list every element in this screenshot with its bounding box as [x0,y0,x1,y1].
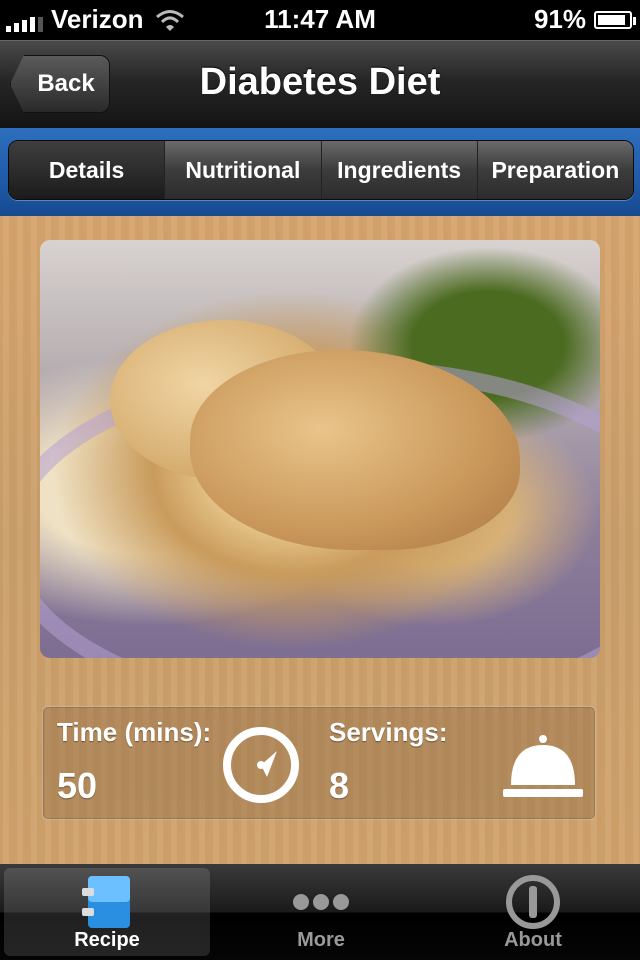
more-dots-icon [293,894,349,910]
battery-icon [594,10,636,29]
status-right: 91% [533,4,636,35]
time-label: Time (mins): [57,717,212,747]
segment-ingredients[interactable]: Ingredients [320,141,477,199]
tab-bar: Recipe More About [0,864,640,960]
tab-about-label: About [504,929,562,951]
servings-label: Servings: [329,717,448,747]
tab-more[interactable]: More [218,868,424,956]
segmented-control: Details Nutritional Ingredients Preparat… [8,140,634,200]
tab-recipe-label: Recipe [74,929,140,951]
recipe-info-box: Time (mins): 50 Servings: 8 [42,706,596,820]
serving-dish-icon [503,735,583,797]
recipe-photo [40,240,600,658]
about-icon [506,875,560,929]
clock-icon [223,727,299,803]
segment-nutritional[interactable]: Nutritional [164,141,321,199]
navigation-bar: Back Diabetes Diet [0,40,640,128]
segment-preparation[interactable]: Preparation [476,141,633,199]
status-bar: Verizon 11:47 AM 91% [0,0,640,40]
page-title: Diabetes Diet [199,61,441,103]
servings-value: 8 [329,765,350,806]
recipe-details-panel: Time (mins): 50 Servings: 8 [0,216,640,864]
time-value: 50 [57,765,98,806]
battery-percent: 91% [533,4,586,34]
tab-more-label: More [297,929,345,951]
segment-details[interactable]: Details [9,141,165,199]
recipe-book-icon [82,876,130,928]
segment-bar: Details Nutritional Ingredients Preparat… [0,128,640,216]
tab-recipe[interactable]: Recipe [4,868,210,956]
tab-about[interactable]: About [430,868,636,956]
